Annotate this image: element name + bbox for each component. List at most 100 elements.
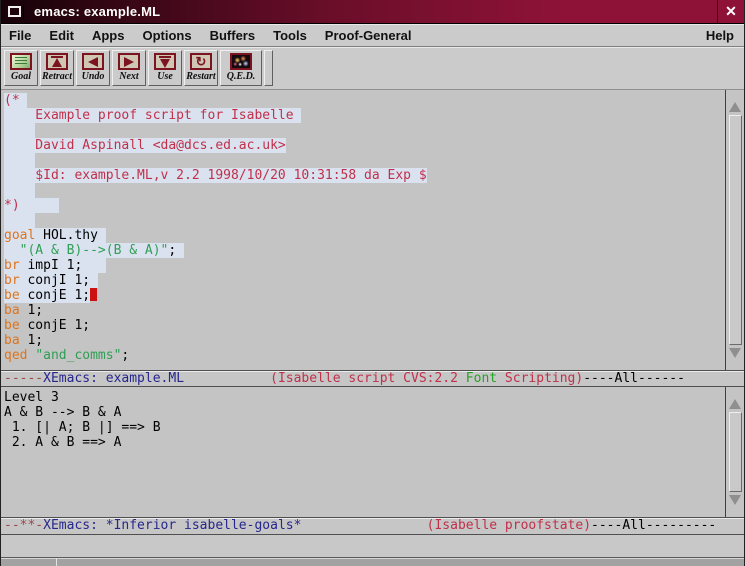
- scrollbar-up-arrow-icon[interactable]: [729, 92, 741, 112]
- scrollbar-thumb[interactable]: [729, 412, 742, 492]
- locked-region: Example proof script for Isabelle: [4, 108, 301, 123]
- toolbar-button-retract[interactable]: Retract: [40, 50, 74, 86]
- modeline-script-buffer: -----XEmacs: example.ML (Isabelle script…: [1, 370, 744, 387]
- code-segment: ;: [121, 348, 129, 363]
- menu-item-options[interactable]: Options: [133, 25, 200, 46]
- modeline-segment: [301, 518, 426, 533]
- toolbar-button-undo[interactable]: Undo: [76, 50, 110, 86]
- goals-line: 2. A & B ==> A: [4, 435, 725, 450]
- menu-item-buffers[interactable]: Buffers: [201, 25, 265, 46]
- menu-item-help[interactable]: Help: [696, 25, 744, 46]
- goal-scribble: [15, 57, 27, 66]
- toolbar-button-restart[interactable]: ↻ Restart: [184, 50, 218, 86]
- toolbar-spacer: [264, 50, 273, 86]
- locked-region: br impI 1;: [4, 258, 106, 273]
- menu-item-file[interactable]: File: [1, 25, 40, 46]
- locked-region: [4, 153, 35, 168]
- code-segment: "(A & B)-->(B & A)": [20, 243, 169, 258]
- goals-scrollbar[interactable]: [725, 387, 744, 517]
- modeline-segment: (Isabelle script CVS:2.2: [270, 371, 466, 386]
- goals-buffer[interactable]: Level 3A & B --> B & A 1. [| A; B |] ==>…: [1, 387, 725, 517]
- editor-line: (*: [4, 93, 725, 108]
- funnel-down-glyph: [159, 56, 171, 68]
- locked-region: *): [4, 198, 59, 213]
- scrollbar-down-arrow-icon[interactable]: [729, 348, 741, 368]
- qed-fireworks-icon: [230, 53, 252, 70]
- toolbar-caption: Q.E.D.: [227, 71, 256, 82]
- menu-item-tools[interactable]: Tools: [264, 25, 316, 46]
- editor-line: David Aspinall <da@dcs.ed.ac.uk>: [4, 138, 725, 153]
- modeline-segment: Scripting): [497, 371, 583, 386]
- code-segment: *): [4, 198, 59, 213]
- close-button[interactable]: ✕: [717, 0, 744, 23]
- menu-item-edit[interactable]: Edit: [40, 25, 83, 46]
- code-segment: ba: [4, 333, 20, 348]
- modeline-segment: [184, 371, 270, 386]
- toolbar-caption: Restart: [186, 71, 215, 82]
- hscroll-corner: [1, 558, 57, 566]
- code-segment: conjE 1;: [20, 318, 90, 333]
- scrollbar-thumb[interactable]: [729, 115, 742, 345]
- editor-line: $Id: example.ML,v 2.2 1998/10/20 10:31:5…: [4, 168, 725, 183]
- scrollbar-down-arrow-icon[interactable]: [729, 495, 741, 515]
- editor-line: *): [4, 198, 725, 213]
- locked-region: David Aspinall <da@dcs.ed.ac.uk>: [4, 138, 286, 153]
- menu-item-apps[interactable]: Apps: [83, 25, 134, 46]
- code-segment: conjE 1;: [20, 288, 90, 303]
- code-segment: be: [4, 318, 20, 333]
- toolbar-button-use[interactable]: Use: [148, 50, 182, 86]
- scrollbar-up-arrow-icon[interactable]: [729, 389, 741, 409]
- editor-line: Example proof script for Isabelle: [4, 108, 725, 123]
- code-segment: impI 1;: [20, 258, 106, 273]
- code-segment: "and_comms": [35, 348, 121, 363]
- editor-line: [4, 213, 725, 228]
- code-segment: ba: [4, 303, 20, 318]
- modeline-segment: (Isabelle proofstate): [427, 518, 591, 533]
- locked-region: [4, 183, 35, 198]
- toolbar-button-q-e-d-[interactable]: Q.E.D.: [220, 50, 262, 86]
- circular-arrow-glyph: ↻: [196, 56, 207, 68]
- toolbar-caption: Use: [157, 71, 173, 82]
- editor-line: [4, 153, 725, 168]
- code-segment: conjI 1;: [20, 273, 98, 288]
- window-title: emacs: example.ML: [30, 4, 160, 19]
- use-funnel-down-icon: [154, 53, 176, 70]
- text-cursor: [90, 288, 97, 301]
- locked-region: [4, 123, 35, 138]
- horizontal-scrollbar[interactable]: [1, 557, 744, 566]
- locked-region: br conjI 1;: [4, 273, 98, 288]
- toolbar-button-goal[interactable]: Goal: [4, 50, 38, 86]
- code-segment: (*: [4, 93, 27, 108]
- modeline-segment: XEmacs: example.ML: [43, 371, 184, 386]
- editor-line: [4, 123, 725, 138]
- editor-line: [4, 183, 725, 198]
- modeline-segment: ----All---------: [591, 518, 716, 533]
- code-segment: br: [4, 273, 20, 288]
- funnel-up-glyph: [51, 56, 63, 68]
- hscroll-track[interactable]: [57, 558, 744, 566]
- window-menu-icon: [8, 6, 21, 17]
- editor-line: ba 1;: [4, 303, 725, 318]
- code-segment: br: [4, 258, 20, 273]
- title-bar: emacs: example.ML ✕: [1, 0, 744, 24]
- code-segment: 1;: [20, 303, 43, 318]
- goals-buffer-window: Level 3A & B --> B & A 1. [| A; B |] ==>…: [1, 387, 744, 517]
- locked-region: (*: [4, 93, 27, 108]
- minibuffer[interactable]: [1, 535, 744, 557]
- modeline-segment: XEmacs: *Inferior isabelle-goals*: [43, 518, 301, 533]
- editor-buffer[interactable]: (* Example proof script for Isabelle Dav…: [1, 90, 725, 370]
- editor-line: "(A & B)-->(B & A)";: [4, 243, 725, 258]
- code-segment: goal: [4, 228, 35, 243]
- editor-scrollbar[interactable]: [725, 90, 744, 370]
- locked-region: "(A & B)-->(B & A)";: [4, 243, 184, 258]
- editor-line: be conjE 1;: [4, 288, 725, 303]
- toolbar-caption: Retract: [42, 71, 72, 82]
- toolbar-button-next[interactable]: Next: [112, 50, 146, 86]
- code-segment: ;: [168, 243, 184, 258]
- menu-item-proof-general[interactable]: Proof-General: [316, 25, 421, 46]
- code-segment: [4, 213, 35, 228]
- window-menu-button[interactable]: [6, 4, 24, 19]
- restart-circular-arrow-icon: ↻: [190, 53, 212, 70]
- code-segment: [4, 153, 35, 168]
- locked-region: be conjE 1;: [4, 288, 90, 303]
